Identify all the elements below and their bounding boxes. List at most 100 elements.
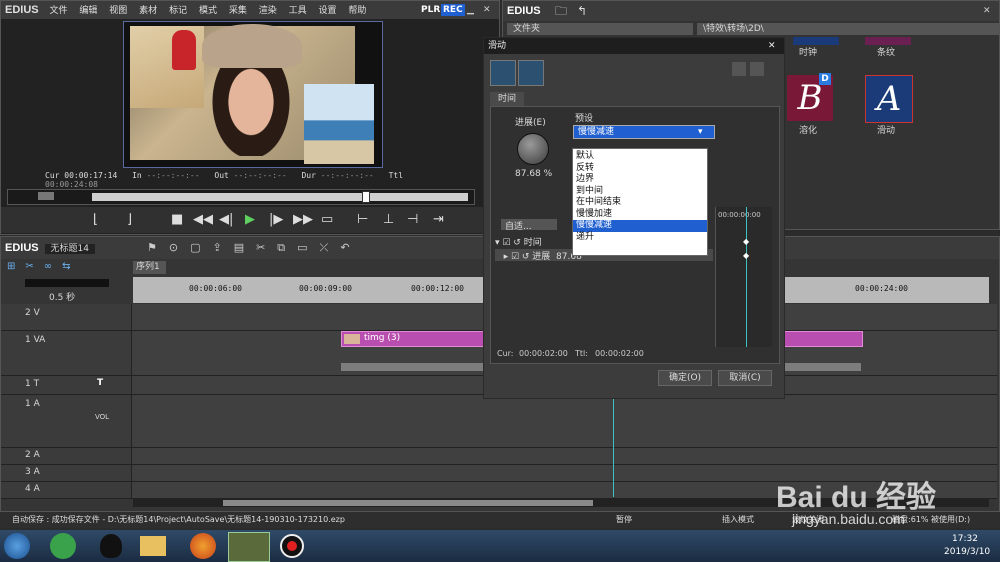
menu-view[interactable]: 视图 xyxy=(109,6,127,16)
menu-marker[interactable]: 标记 xyxy=(169,6,187,16)
start-button[interactable] xyxy=(4,533,30,559)
sequence-tab[interactable]: 序列1 xyxy=(133,261,166,274)
menu-help[interactable]: 帮助 xyxy=(348,6,366,16)
taskbar-app-qq[interactable] xyxy=(100,534,122,558)
keyframe-marker[interactable]: ◆ xyxy=(743,251,749,260)
effect-label-clock: 时钟 xyxy=(799,48,818,58)
step-forward-icon[interactable]: |▶ xyxy=(269,207,283,233)
progress-knob[interactable] xyxy=(517,133,549,165)
scrub-handle[interactable] xyxy=(362,191,370,203)
track-1a[interactable]: 1 A VOL xyxy=(1,395,997,448)
beach-inset xyxy=(304,84,374,164)
mark-out-icon[interactable]: ⌋ xyxy=(127,207,132,233)
clip-thumb xyxy=(344,334,360,344)
preset-option[interactable]: 反转 xyxy=(573,163,707,175)
dur-timecode: --:--:--:-- xyxy=(320,171,374,180)
zoom-value: 0.5 秒 xyxy=(49,293,76,303)
folder-header: 文件夹 xyxy=(507,23,693,35)
cur-timecode: 00:00:17:14 xyxy=(64,171,118,180)
close-icon[interactable]: ✕ xyxy=(483,1,491,19)
taskbar-app-edius[interactable] xyxy=(228,532,270,562)
toolbar-icons[interactable]: ⚑⊙▢⇪▤✂⧉▭⤫↶ xyxy=(147,237,362,259)
auto-field[interactable]: 自适... xyxy=(501,219,557,232)
insert-icon[interactable]: ⊢ xyxy=(357,207,368,233)
plr-button[interactable]: PLR xyxy=(421,1,440,19)
output-icon[interactable]: ▭ xyxy=(321,207,333,233)
menu-settings[interactable]: 设置 xyxy=(319,6,337,16)
fast-forward-icon[interactable]: ▶▶ xyxy=(293,207,313,233)
keyframe-marker[interactable]: ◆ xyxy=(743,237,749,246)
step-back-icon[interactable]: ◀| xyxy=(219,207,233,233)
preset-option[interactable]: 边界 xyxy=(573,174,707,186)
dialog-tab-time[interactable]: 时间 xyxy=(490,92,524,106)
dialog-title: 滑动 xyxy=(488,41,507,51)
folder-icon[interactable]: 🗀 xyxy=(555,1,567,21)
preset-dropdown[interactable]: 慢慢减速 ▾ xyxy=(573,125,715,139)
redo-icon[interactable] xyxy=(750,62,764,76)
ruler-label: 00:00:06:00 xyxy=(189,284,242,293)
dialog-ttl-value: 00:00:02:00 xyxy=(595,349,644,358)
effects-toolbar: EDIUS 🗀 ↰ ✕ xyxy=(503,1,999,21)
effect-label-slide: 滑动 xyxy=(877,126,896,136)
preset-option[interactable]: 默认 xyxy=(573,151,707,163)
dial-icon[interactable] xyxy=(518,60,544,86)
clock-time: 17:32 xyxy=(952,534,978,544)
scrub-left-handle[interactable] xyxy=(38,192,54,200)
rewind-icon[interactable]: ◀◀ xyxy=(193,207,213,233)
effect-thumb-stripes[interactable] xyxy=(865,37,911,45)
dur-label: Dur xyxy=(301,171,316,180)
timeline-logo: EDIUS xyxy=(5,242,39,254)
mode-icons[interactable]: ⊞✂∞⇆ xyxy=(7,261,80,272)
taskbar-app-explorer[interactable] xyxy=(140,536,166,556)
menu-capture[interactable]: 采集 xyxy=(229,6,247,16)
menu-tools[interactable]: 工具 xyxy=(289,6,307,16)
preset-option[interactable]: 慢慢加速 xyxy=(573,209,707,221)
timecode-row: Cur 00:00:17:14 In --:--:--:-- Out --:--… xyxy=(45,171,455,189)
ok-button[interactable]: 确定(O) xyxy=(658,370,712,386)
minimize-icon[interactable]: ▁ xyxy=(467,1,474,19)
effect-thumb-clock[interactable] xyxy=(793,37,839,45)
preset-option-selected[interactable]: 慢慢减速 xyxy=(573,220,707,232)
taskbar-app-firefox[interactable] xyxy=(190,533,216,559)
taskbar-app-360[interactable] xyxy=(50,533,76,559)
progress-value: 87.68 % xyxy=(515,169,553,179)
menu-edit[interactable]: 编辑 xyxy=(79,6,97,16)
taskbar-app-record[interactable] xyxy=(280,534,304,558)
title-icon: T xyxy=(97,378,104,388)
in-timecode: --:--:--:-- xyxy=(146,171,200,180)
paint-icon[interactable] xyxy=(490,60,516,86)
three-point-icon[interactable]: ⊣ xyxy=(407,207,418,233)
mark-in-icon[interactable]: ⌊ xyxy=(93,207,98,233)
play-icon[interactable]: ▶ xyxy=(245,207,255,233)
stop-icon[interactable]: ■ xyxy=(171,207,183,233)
cancel-button[interactable]: 取消(C) xyxy=(718,370,772,386)
track-name: 1 VA xyxy=(25,335,46,345)
menu-render[interactable]: 渲染 xyxy=(259,6,277,16)
scrub-bar[interactable] xyxy=(7,189,475,205)
rec-button[interactable]: REC xyxy=(441,4,465,16)
tree-progress-label: 进展 xyxy=(532,252,551,262)
overwrite-icon[interactable]: ⊥ xyxy=(383,207,394,233)
menu-clip[interactable]: 素材 xyxy=(139,6,157,16)
zoom-control[interactable]: 0.5 秒 xyxy=(5,277,129,303)
preset-option[interactable]: 到中间 xyxy=(573,186,707,198)
keyframe-area[interactable]: 00:00:00:00 ◆ ◆ xyxy=(715,207,772,347)
undo-icon[interactable] xyxy=(732,62,746,76)
track-2a[interactable]: 2 A xyxy=(1,448,997,465)
preset-dropdown-list[interactable]: 默认 反转 边界 到中间 在中间结束 慢慢加速 慢慢减速 递升 xyxy=(572,148,708,256)
taskbar: 17:32 2019/3/10 xyxy=(0,530,1000,562)
pause-status: 暂停 xyxy=(616,515,632,524)
project-name: 无标题14 xyxy=(44,244,95,254)
preset-option[interactable]: 在中间结束 xyxy=(573,197,707,209)
menu-mode[interactable]: 模式 xyxy=(199,6,217,16)
replace-icon[interactable]: ⇥ xyxy=(433,207,444,233)
close-icon[interactable]: ✕ xyxy=(983,1,991,21)
ruler-label: 00:00:12:00 xyxy=(411,284,464,293)
effect-thumb-slide[interactable]: A xyxy=(865,75,913,123)
up-folder-icon[interactable]: ↰ xyxy=(577,1,587,21)
out-label: Out xyxy=(214,171,229,180)
menu-file[interactable]: 文件 xyxy=(50,6,68,16)
dialog-close-icon[interactable]: ✕ xyxy=(768,38,776,54)
preset-option[interactable]: 递升 xyxy=(573,232,707,244)
playhead-line[interactable] xyxy=(613,397,614,497)
